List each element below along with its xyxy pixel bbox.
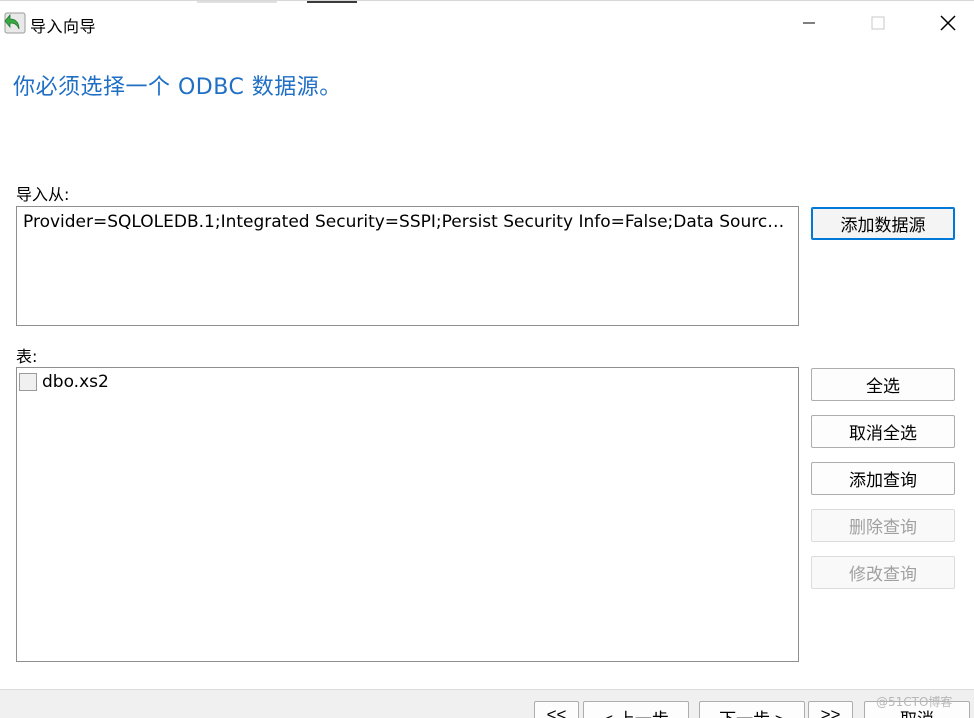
watermark: @51CTO博客 — [876, 695, 953, 709]
add-data-source-button[interactable]: 添加数据源 — [811, 207, 955, 240]
previous-step-button[interactable]: < 上一步 — [583, 701, 689, 718]
delete-query-button[interactable]: 删除查询 — [811, 509, 955, 542]
import-wizard-window: 导入向导 你必须选择一个 ODBC 数据源。 导入从: Provider=SQL… — [0, 0, 974, 718]
table-name: dbo.xs2 — [42, 372, 109, 392]
tables-label: 表: — [16, 347, 38, 366]
first-step-button[interactable]: << — [534, 701, 579, 718]
close-button[interactable] — [925, 1, 971, 45]
minimize-button[interactable] — [786, 1, 832, 45]
select-all-button[interactable]: 全选 — [811, 368, 955, 401]
tables-list[interactable]: dbo.xs2 — [16, 367, 799, 662]
maximize-button[interactable] — [855, 1, 901, 45]
title-bar: 导入向导 — [0, 1, 974, 45]
window-title: 导入向导 — [30, 17, 97, 36]
import-from-label: 导入从: — [16, 185, 70, 204]
add-query-button[interactable]: 添加查询 — [811, 462, 955, 495]
connection-string-field[interactable]: Provider=SQLOLEDB.1;Integrated Security=… — [16, 206, 799, 326]
minimize-icon — [803, 22, 815, 24]
last-step-button[interactable]: >> — [808, 701, 853, 718]
next-step-button[interactable]: 下一步 > — [699, 701, 805, 718]
close-icon — [940, 15, 956, 31]
list-item[interactable]: dbo.xs2 — [19, 371, 109, 393]
deselect-all-button[interactable]: 取消全选 — [811, 415, 955, 448]
page-header: 你必须选择一个 ODBC 数据源。 — [13, 75, 342, 100]
maximize-icon — [871, 16, 885, 30]
edit-query-button[interactable]: 修改查询 — [811, 556, 955, 589]
import-wizard-icon — [4, 12, 26, 34]
table-checkbox[interactable] — [19, 373, 37, 391]
